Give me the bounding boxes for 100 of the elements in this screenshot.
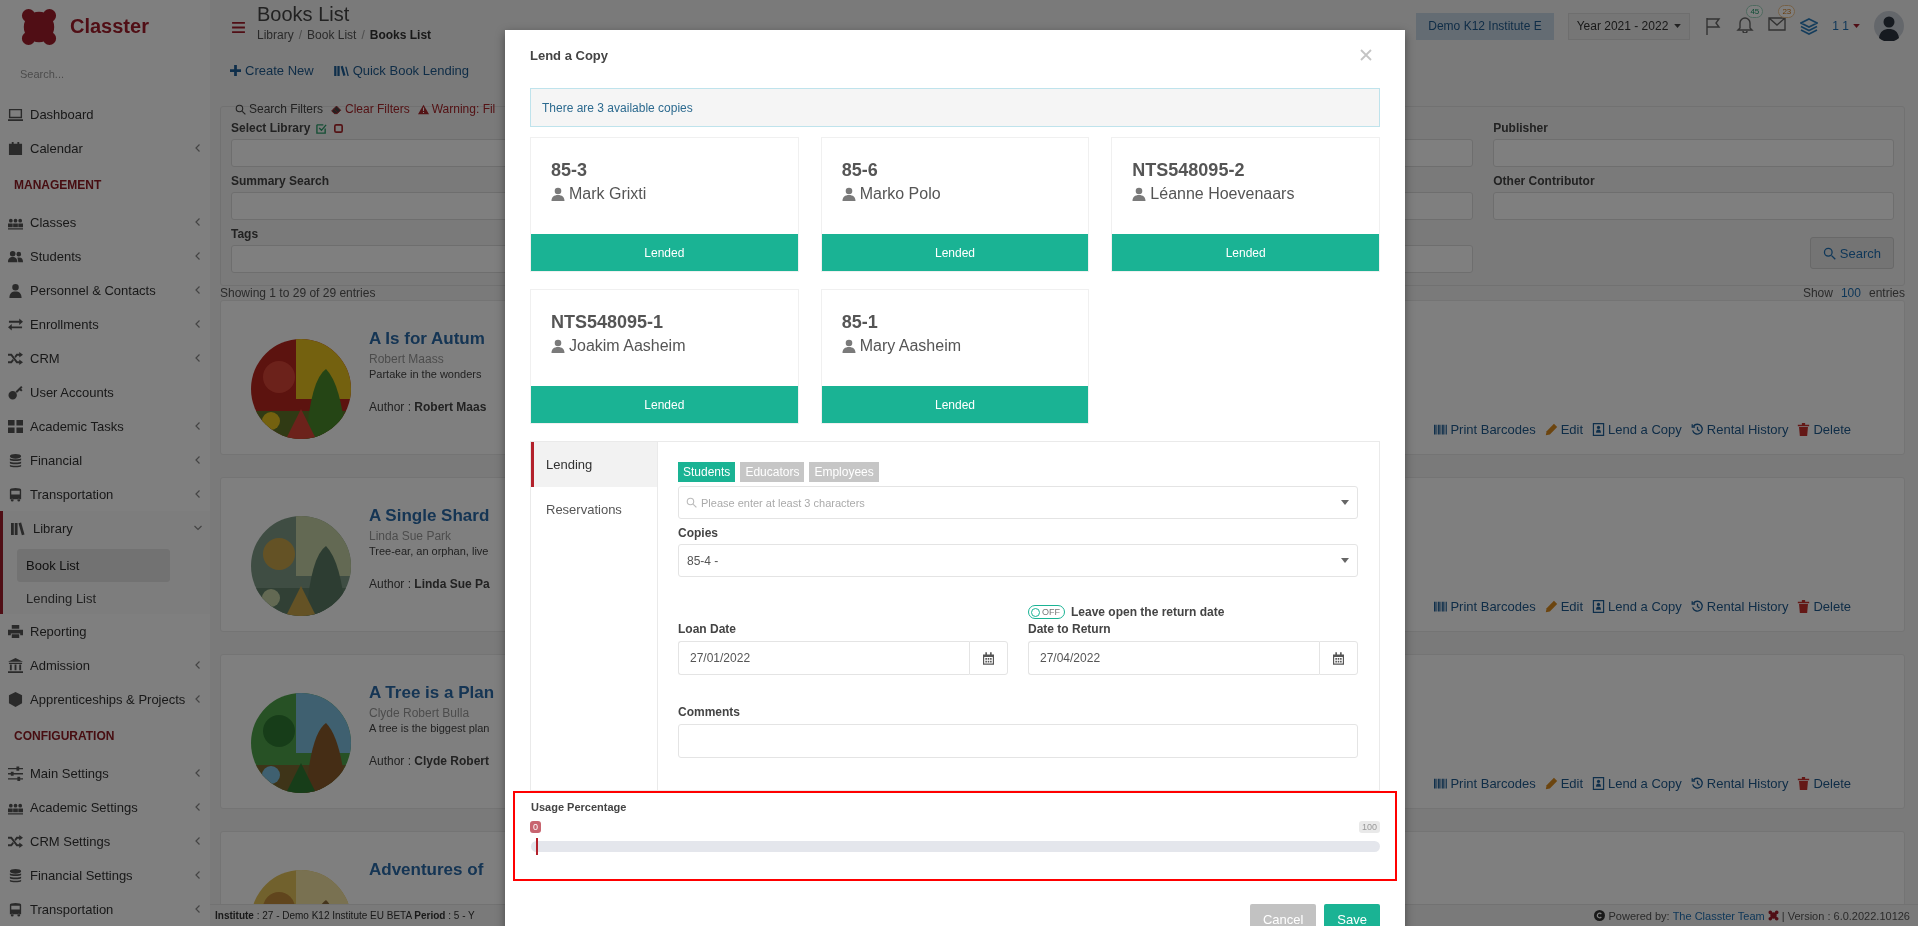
author-line: Author : Robert Maas [369, 400, 487, 414]
tab[interactable]: Lending [531, 442, 657, 487]
menu-item[interactable]: Calendar [3, 131, 210, 165]
year-select[interactable]: Year 2021 - 2022 [1567, 12, 1691, 40]
menu-item[interactable]: Enrollments [3, 307, 210, 341]
copy-code: NTS548095-1 [551, 312, 664, 333]
entries-label: entries [1868, 286, 1905, 300]
clear-filters-link[interactable]: Clear Filters [331, 102, 410, 116]
menu-item[interactable]: Admission [3, 648, 210, 682]
flag-icon[interactable] [1704, 17, 1723, 35]
history-icon [1690, 600, 1704, 613]
rental-history-link[interactable]: Rental History [1690, 422, 1789, 437]
deselect-checkbox-icon[interactable] [333, 122, 345, 134]
grid-icon [8, 418, 23, 434]
edit-link[interactable]: Edit [1544, 599, 1584, 614]
print-barcodes-link[interactable]: Print Barcodes [1434, 776, 1536, 791]
version-text: | Version : 6.0.2022.10126 [1781, 909, 1910, 922]
status-bar: Lended [531, 386, 798, 423]
delete-link[interactable]: Delete [1797, 422, 1851, 437]
slider-track[interactable] [531, 841, 1380, 852]
breadcrumb-item[interactable]: Library [257, 28, 294, 42]
layers-icon[interactable] [1800, 17, 1819, 35]
close-icon[interactable] [1360, 49, 1372, 61]
status-bar: Lended [1112, 234, 1379, 271]
menu-item[interactable]: Personnel & Contacts [3, 273, 210, 307]
loan-date-field[interactable]: 27/01/2022 [678, 641, 969, 675]
search-button[interactable]: Search [1809, 237, 1894, 269]
entries-summary: Showing 1 to 29 of 29 entries [220, 286, 376, 300]
avatar[interactable] [1874, 11, 1904, 41]
lend-copy-link[interactable]: Lend a Copy [1592, 422, 1682, 437]
trash-icon [1797, 777, 1811, 790]
create-new-button[interactable]: Create New [230, 62, 314, 78]
search-filters-link[interactable]: Search Filters [235, 102, 324, 116]
breadcrumb-separator: / [361, 28, 365, 42]
rental-history-link[interactable]: Rental History [1690, 599, 1789, 614]
envelope-icon[interactable] [1768, 15, 1787, 33]
delete-link[interactable]: Delete [1797, 776, 1851, 791]
borrower-type-button[interactable]: Students [678, 462, 736, 482]
comments-field[interactable] [678, 724, 1358, 758]
rental-history-link[interactable]: Rental History [1690, 776, 1789, 791]
bell-icon[interactable] [1736, 15, 1755, 33]
menu-item[interactable]: CRM Settings [3, 824, 210, 858]
key-icon [8, 384, 23, 400]
menu-item[interactable]: Main Settings [3, 756, 210, 790]
user-menu[interactable]: 1 1 [1832, 19, 1860, 33]
user-icon [551, 339, 565, 353]
chevron-icon [194, 320, 202, 328]
field-label: Comments [678, 705, 741, 719]
select-all-checkbox-icon[interactable] [316, 122, 328, 134]
book-title[interactable]: Adventures of [369, 860, 484, 880]
book-title[interactable]: A Single Shard [369, 506, 490, 526]
delete-link[interactable]: Delete [1797, 599, 1851, 614]
borrower-name: Joakim Aasheim [569, 337, 686, 355]
date-picker-button[interactable] [969, 641, 1008, 675]
menu-icon[interactable] [232, 22, 245, 33]
print-barcodes-link[interactable]: Print Barcodes [1434, 599, 1536, 614]
copies-select[interactable]: 85-4 - [678, 544, 1358, 577]
lend-copy-link[interactable]: Lend a Copy [1592, 599, 1682, 614]
menu-item[interactable]: Transportation [3, 477, 210, 511]
print-barcodes-link[interactable]: Print Barcodes [1434, 422, 1536, 437]
edit-link[interactable]: Edit [1544, 422, 1584, 437]
book-title[interactable]: A Tree is a Plan [369, 683, 495, 703]
edit-link[interactable]: Edit [1544, 776, 1584, 791]
menu-item[interactable]: Classes [3, 205, 210, 239]
submenu-item[interactable]: Book List [17, 549, 170, 582]
book-title[interactable]: A Is for Autum [369, 329, 485, 349]
sliders-icon [8, 765, 23, 781]
date-picker-button[interactable] [1319, 641, 1358, 675]
breadcrumb-item[interactable]: Book List [307, 28, 357, 42]
menu-item[interactable]: Students [3, 239, 210, 273]
team-link[interactable]: The Classter Team [1672, 909, 1765, 922]
pencil-icon [1544, 423, 1558, 436]
menu-item[interactable]: CRM [3, 341, 210, 375]
chevron-icon [194, 905, 202, 913]
menu-item[interactable]: Transportation [3, 892, 210, 926]
copyright-icon [1594, 910, 1606, 921]
menu-item[interactable]: Financial [3, 443, 210, 477]
menu-item[interactable]: Dashboard [3, 97, 210, 131]
submenu-item[interactable]: Lending List [17, 585, 170, 611]
institute-button[interactable]: Demo K12 Institute E [1416, 12, 1554, 40]
menu-item[interactable]: Apprenticeships & Projects [3, 682, 210, 716]
page-size-select[interactable]: 100 [1840, 286, 1861, 300]
toggle-switch[interactable]: OFF [1028, 605, 1065, 619]
borrower-search-field[interactable]: Please enter at least 3 characters [678, 486, 1358, 519]
status-bar: Lended [531, 234, 798, 271]
menu-item[interactable]: Library [3, 511, 210, 545]
menu-item[interactable]: Academic Tasks [3, 409, 210, 443]
menu-item[interactable]: User Accounts [3, 375, 210, 409]
logo-icon [1767, 910, 1779, 921]
tab[interactable]: Reservations [531, 487, 657, 532]
save-button[interactable]: Save [1324, 904, 1380, 926]
quick-lending-button[interactable]: Quick Book Lending [333, 62, 469, 78]
slider-handle[interactable] [536, 838, 538, 855]
menu-item[interactable]: Financial Settings [3, 858, 210, 892]
caret-icon [1341, 500, 1349, 505]
lend-copy-link[interactable]: Lend a Copy [1592, 776, 1682, 791]
powered-by-label: Powered by: [1608, 909, 1670, 922]
return-date-field[interactable]: 27/04/2022 [1028, 641, 1319, 675]
menu-item[interactable]: Academic Settings [3, 790, 210, 824]
menu-item[interactable]: Reporting [3, 614, 210, 648]
